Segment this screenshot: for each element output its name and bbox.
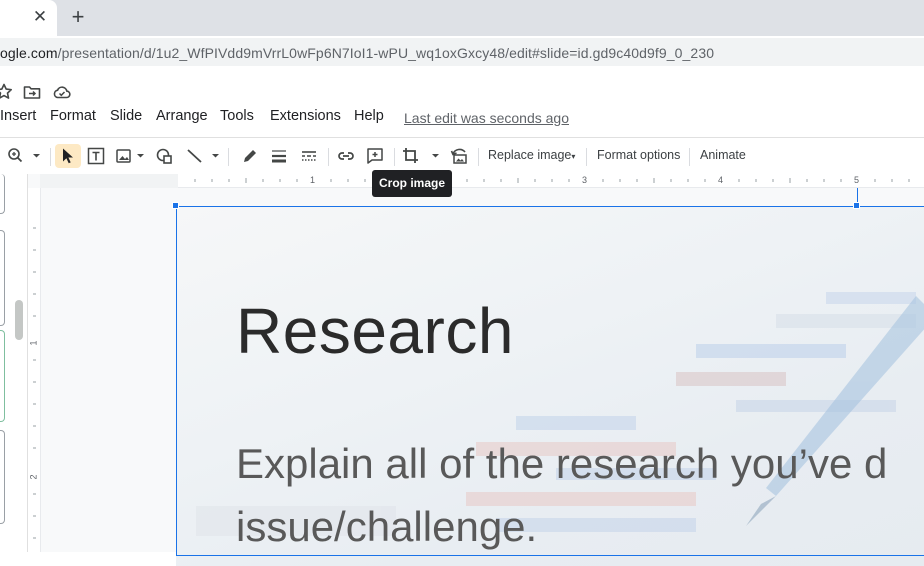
animate-button[interactable]: Animate	[700, 148, 746, 162]
add-comment-button[interactable]	[363, 144, 387, 168]
toolbar-separator	[394, 148, 395, 166]
border-dash-icon	[302, 151, 316, 161]
ruler-number: 3	[582, 175, 588, 185]
reset-image-icon	[450, 148, 467, 164]
horizontal-ruler-margin	[40, 174, 178, 188]
menu-insert[interactable]: Insert	[0, 108, 36, 124]
menu-help[interactable]: Help	[354, 108, 384, 124]
text-box-button[interactable]	[84, 144, 108, 168]
ruler-ticks	[194, 178, 910, 183]
cloud-status-icon[interactable]	[52, 82, 72, 102]
cursor-icon	[63, 148, 73, 164]
pencil-icon	[244, 150, 256, 162]
menu-format[interactable]: Format	[50, 108, 96, 124]
toolbar-separator	[50, 148, 51, 166]
zoom-button[interactable]	[4, 144, 44, 168]
ruler-number: 5	[854, 175, 860, 185]
link-icon	[338, 152, 354, 160]
menu-slide[interactable]: Slide	[110, 108, 142, 124]
address-bar: ogle.com/presentation/d/1u2_WfPIVdd9mVrr…	[0, 36, 924, 68]
border-weight-button[interactable]	[267, 144, 291, 168]
close-tab-icon[interactable]: ✕	[32, 7, 48, 27]
slide-thumbnail[interactable]	[0, 330, 5, 422]
image-icon	[116, 149, 144, 163]
crop-icon	[403, 148, 439, 163]
shape-icon	[156, 148, 172, 164]
reset-image-button[interactable]	[447, 144, 471, 168]
slide-body-text[interactable]: Explain all of the research you’ve d iss…	[236, 432, 887, 558]
move-to-folder-icon[interactable]	[22, 82, 42, 102]
filmstrip-scrollbar[interactable]	[15, 300, 23, 340]
menu-extensions[interactable]: Extensions	[270, 108, 341, 124]
ruler-number: 1	[28, 340, 39, 346]
add-comment-icon	[367, 148, 383, 164]
menu-arrange[interactable]: Arrange	[156, 108, 208, 124]
crop-image-button[interactable]	[400, 144, 444, 168]
shape-button[interactable]	[153, 144, 177, 168]
border-dash-button[interactable]	[297, 144, 321, 168]
ruler-number: 1	[310, 175, 316, 185]
slide-title[interactable]: Research	[236, 294, 514, 368]
ruler-number: 4	[718, 175, 724, 185]
url-path: /presentation/d/1u2_WfPIVdd9mVrrL0wFp6N7…	[57, 45, 715, 61]
toolbar-separator	[328, 148, 329, 166]
browser-tab[interactable]: ✕	[0, 0, 57, 36]
url-host: ogle.com	[0, 45, 58, 61]
url-text: ogle.com/presentation/d/1u2_WfPIVdd9mVrr…	[0, 45, 714, 61]
zoom-icon	[8, 148, 40, 163]
replace-image-caret-icon: ▾	[571, 152, 576, 161]
menu-tools[interactable]: Tools	[220, 108, 254, 124]
crop-image-tooltip: Crop image	[372, 170, 452, 197]
replace-image-label: Replace image	[488, 148, 572, 162]
slide-body-line: issue/challenge.	[236, 503, 538, 550]
select-tool-button[interactable]	[55, 144, 81, 168]
toolbar-separator	[478, 148, 479, 166]
insert-link-button[interactable]	[334, 144, 358, 168]
new-tab-button[interactable]: +	[68, 6, 88, 28]
line-icon	[187, 149, 219, 163]
resize-handle[interactable]	[172, 202, 179, 209]
toolbar-separator	[689, 148, 690, 166]
replace-image-button[interactable]: Replace image▾	[488, 148, 575, 162]
ruler-number: 2	[28, 474, 39, 480]
url-field[interactable]: ogle.com/presentation/d/1u2_WfPIVdd9mVrr…	[0, 38, 924, 66]
border-color-button[interactable]	[238, 144, 262, 168]
slide[interactable]: Research Explain all of the research you…	[176, 206, 924, 566]
browser-tab-strip: ✕ +	[0, 0, 924, 36]
vertical-ruler[interactable]: 1 2	[28, 188, 41, 552]
slide-thumbnail[interactable]	[0, 230, 5, 326]
toolbar: Replace image▾ Format options Animate	[0, 137, 924, 173]
text-box-icon	[87, 147, 105, 165]
border-weight-icon	[272, 150, 286, 163]
slide-thumbnail[interactable]	[0, 430, 5, 524]
toolbar-separator	[228, 148, 229, 166]
line-button[interactable]	[182, 144, 222, 168]
resize-handle[interactable]	[853, 202, 860, 209]
horizontal-ruler[interactable]: 1 2 3 4 5	[178, 174, 924, 188]
slide-thumbnail[interactable]	[0, 174, 5, 214]
insert-image-button[interactable]	[113, 144, 147, 168]
toolbar-separator	[586, 148, 587, 166]
ruler-ticks	[33, 227, 36, 539]
slide-body-line: Explain all of the research you’ve d	[236, 440, 888, 487]
star-icon[interactable]	[0, 82, 14, 102]
slide-filmstrip	[0, 174, 28, 552]
last-edit-link[interactable]: Last edit was seconds ago	[404, 110, 569, 126]
format-options-button[interactable]: Format options	[597, 148, 680, 162]
